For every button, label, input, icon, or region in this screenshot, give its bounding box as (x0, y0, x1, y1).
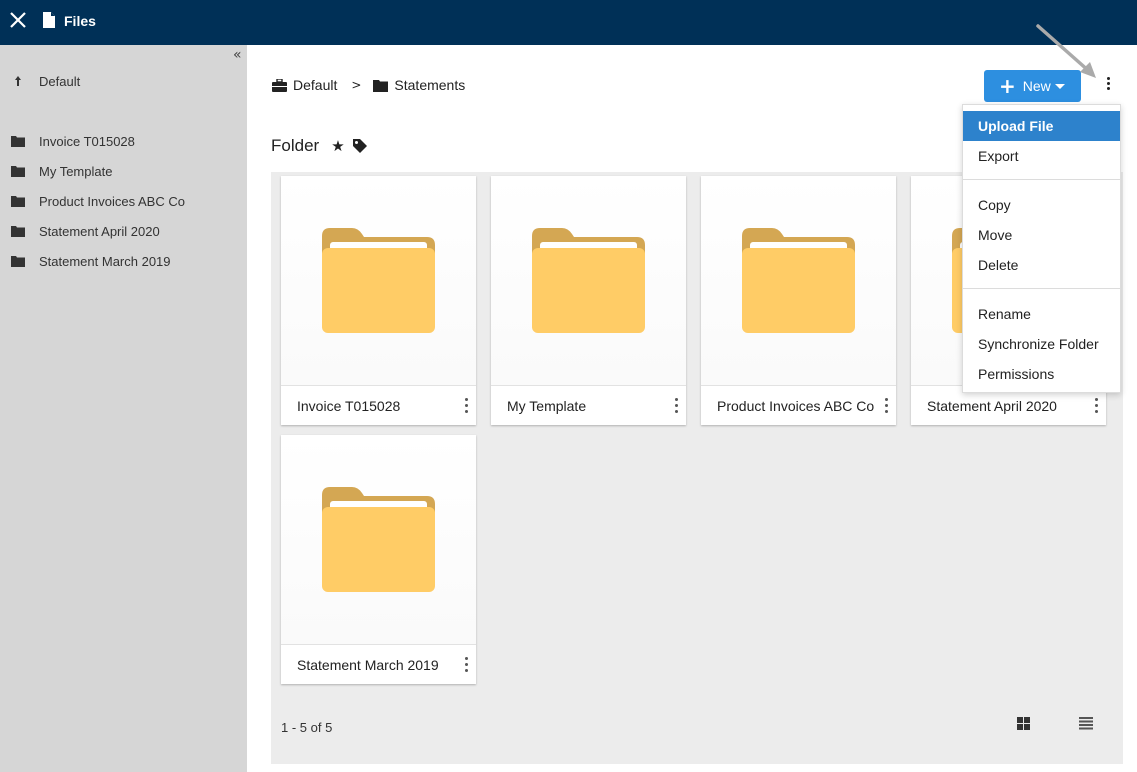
card-more-options-button[interactable] (463, 657, 469, 673)
folder-icon (532, 228, 645, 333)
folder-icon (373, 79, 389, 92)
menu-item-synchronize-folder[interactable]: Synchronize Folder (963, 329, 1120, 359)
menu-item-rename[interactable]: Rename (963, 299, 1120, 329)
menu-divider (963, 288, 1120, 289)
card-thumbnail (491, 176, 686, 386)
more-options-button[interactable] (1103, 76, 1113, 92)
briefcase-icon (272, 78, 287, 92)
star-icon[interactable]: ★ (331, 137, 344, 155)
folder-icon (11, 196, 25, 207)
folder-icon (322, 487, 435, 592)
folder-icon (11, 226, 25, 237)
menu-divider (963, 179, 1120, 180)
annotation-arrow-icon (1036, 24, 1096, 78)
folder-icon (742, 228, 855, 333)
card-name: Product Invoices ABC Co (717, 398, 875, 414)
collapse-sidebar-icon[interactable]: « (233, 47, 242, 63)
more-options-menu: Upload File Export Copy Move Delete Rena… (962, 104, 1121, 393)
card-more-options-button[interactable] (883, 398, 889, 414)
tag-icon[interactable] (352, 139, 367, 153)
menu-item-copy[interactable]: Copy (963, 190, 1120, 220)
folder-card[interactable]: Statement March 2019 (281, 435, 476, 684)
chevron-down-icon (1054, 83, 1065, 89)
folder-heading: Folder ★ (271, 136, 367, 156)
card-more-options-button[interactable] (673, 398, 679, 414)
file-icon (43, 12, 55, 28)
card-more-options-button[interactable] (1093, 398, 1099, 414)
menu-item-delete[interactable]: Delete (963, 250, 1120, 280)
card-more-options-button[interactable] (463, 398, 469, 414)
menu-item-permissions[interactable]: Permissions (963, 359, 1120, 389)
sidebar-item-label: My Template (39, 163, 113, 179)
card-name: My Template (507, 398, 587, 414)
card-name: Statement March 2019 (297, 657, 439, 673)
app-title: Files (64, 13, 96, 29)
sidebar-item-folder[interactable]: Invoice T015028 (11, 131, 135, 151)
menu-item-export[interactable]: Export (963, 141, 1120, 171)
card-name: Invoice T015028 (297, 398, 401, 414)
sidebar-item-label: Product Invoices ABC Co (39, 193, 185, 209)
sidebar-item-folder[interactable]: Statement March 2019 (11, 251, 171, 271)
sidebar-item-label: Statement March 2019 (39, 253, 171, 269)
sidebar-item-folder[interactable]: Statement April 2020 (11, 221, 160, 241)
list-view-icon[interactable] (1079, 717, 1093, 730)
card-name: Statement April 2020 (927, 398, 1057, 414)
sidebar-item-folder[interactable]: Product Invoices ABC Co (11, 191, 185, 211)
breadcrumb-separator: > (351, 78, 362, 92)
breadcrumb-current: Statements (394, 77, 466, 93)
card-thumbnail (701, 176, 896, 386)
folder-card[interactable]: My Template (491, 176, 686, 425)
menu-item-upload-file[interactable]: Upload File (963, 111, 1120, 141)
sidebar: « Default Invoice T015028 My Template Pr… (0, 45, 247, 772)
folder-icon (11, 256, 25, 267)
sidebar-item-label: Default (39, 73, 81, 89)
folder-card[interactable]: Invoice T015028 (281, 176, 476, 425)
folder-icon (11, 166, 25, 177)
page-title: Folder (271, 136, 320, 155)
sidebar-item-label: Invoice T015028 (39, 133, 135, 149)
top-bar: Files (0, 0, 1137, 45)
folder-card[interactable]: Product Invoices ABC Co (701, 176, 896, 425)
plus-icon: + (999, 74, 1016, 98)
up-arrow-icon (15, 76, 21, 86)
breadcrumb-root[interactable]: Default (293, 77, 337, 93)
folder-icon (322, 228, 435, 333)
breadcrumb: Default > Statements (272, 77, 465, 93)
menu-item-move[interactable]: Move (963, 220, 1120, 250)
pagination-info: 1 - 5 of 5 (281, 720, 333, 735)
card-thumbnail (281, 435, 476, 645)
grid-view-icon[interactable] (1017, 717, 1030, 730)
sidebar-item-parent[interactable]: Default (11, 71, 80, 91)
close-icon[interactable] (9, 11, 27, 29)
sidebar-item-folder[interactable]: My Template (11, 161, 112, 181)
folder-icon (11, 136, 25, 147)
card-thumbnail (281, 176, 476, 386)
sidebar-item-label: Statement April 2020 (39, 223, 160, 239)
